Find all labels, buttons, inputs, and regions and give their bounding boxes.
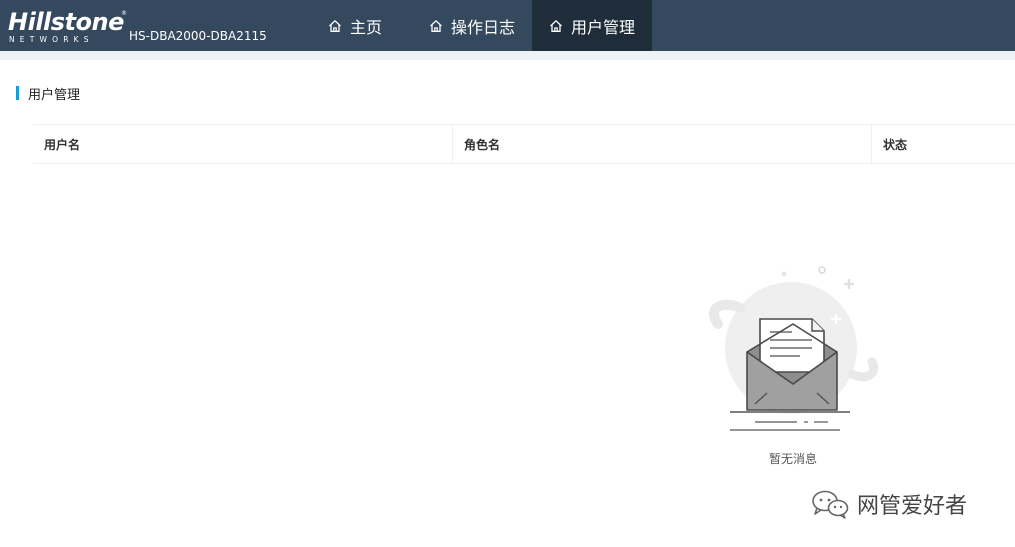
nav-tab-operation-log[interactable]: 操作日志 — [412, 0, 530, 51]
nav-tab-home[interactable]: 主页 — [313, 0, 409, 51]
home-icon — [329, 19, 341, 32]
nav-tab-home-label: 主页 — [350, 17, 383, 37]
logo-subtitle: NETWORKS — [9, 35, 94, 44]
column-header-username[interactable]: 用户名 — [33, 125, 452, 163]
nav-tab-operation-log-label: 操作日志 — [451, 17, 516, 37]
wechat-icon — [812, 490, 849, 519]
watermark-text: 网管爱好者 — [857, 494, 968, 519]
top-navigation-bar: Hillstone ® NETWORKS HS-DBA2000-DBA2115 … — [0, 0, 1015, 51]
column-header-role[interactable]: 角色名 — [452, 125, 871, 163]
hillstone-logo: Hillstone ® NETWORKS — [8, 8, 127, 46]
envelope-icon — [708, 266, 879, 431]
column-header-status[interactable]: 状态 — [871, 125, 1015, 163]
device-model: HS-DBA2000-DBA2115 — [129, 29, 267, 43]
page-title: 用户管理 — [16, 86, 81, 103]
home-icon — [430, 19, 442, 32]
header-divider-strip — [0, 51, 1015, 60]
title-accent-bar — [16, 86, 19, 100]
nav-tab-user-management[interactable]: 用户管理 — [532, 0, 652, 51]
empty-state-message: 暂无消息 — [768, 452, 817, 466]
nav-tab-user-management-label: 用户管理 — [571, 17, 636, 37]
home-icon — [550, 19, 562, 32]
logo-registered-mark: ® — [121, 10, 127, 17]
logo-brand: Hillstone — [8, 8, 124, 36]
user-table-header: 用户名 角色名 状态 — [33, 124, 1015, 164]
watermark: 网管爱好者 — [810, 486, 967, 522]
page-title-text: 用户管理 — [28, 87, 81, 103]
